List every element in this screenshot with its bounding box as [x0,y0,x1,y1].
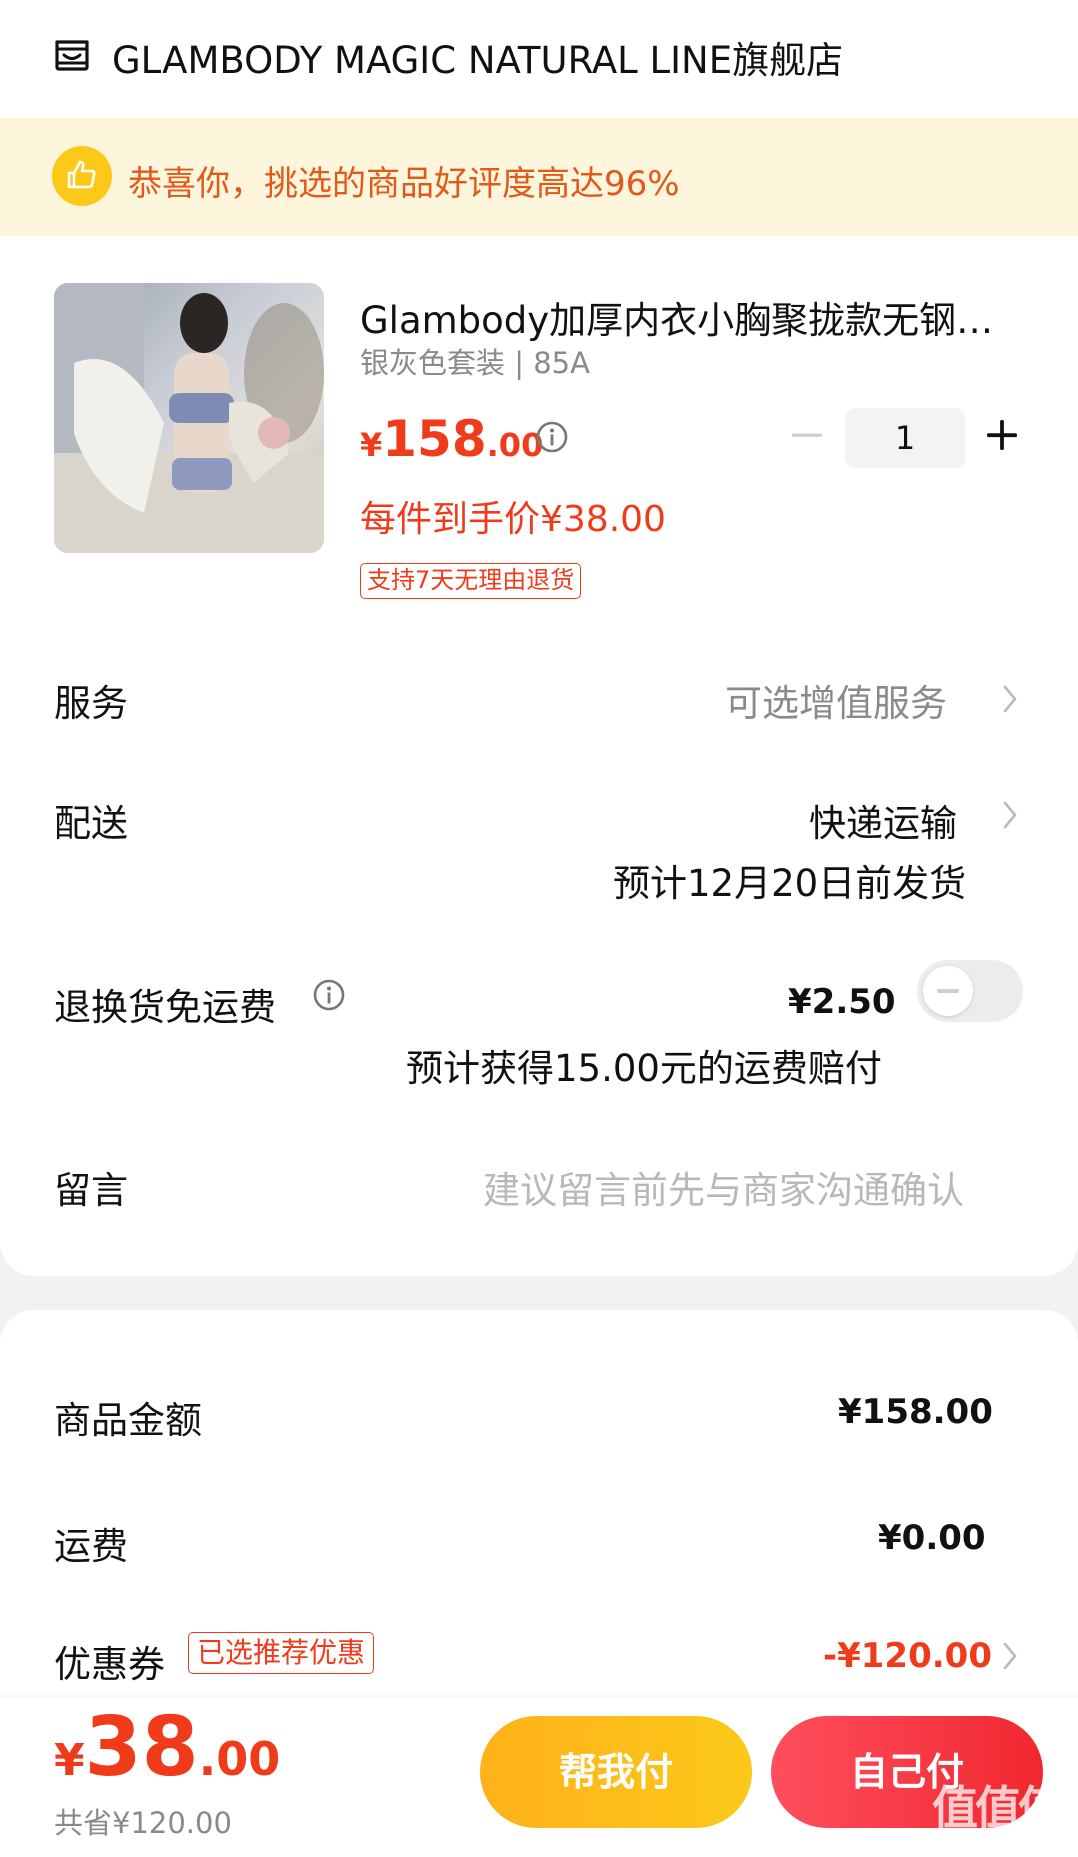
service-chevron-right-icon[interactable] [1001,683,1019,715]
total-saved: 共省¥120.00 [54,1806,232,1840]
quantity-plus-button[interactable] [985,418,1019,452]
goods-amount-value: ¥158.00 [838,1392,993,1432]
price-currency: ¥ [360,426,383,464]
total-integer: 38 [84,1700,199,1795]
coupon-value[interactable]: -¥120.00 [823,1636,992,1676]
price-integer: 158 [382,410,487,468]
goods-amount-label: 商品金额 [54,1399,202,1442]
return-shipping-note: 预计获得15.00元的运费赔付 [406,1047,882,1090]
quantity-input[interactable]: 1 [845,408,965,468]
delivery-eta: 预计12月20日前发货 [613,862,967,905]
price-info-icon[interactable] [535,420,569,454]
coupon-chevron-right-icon[interactable] [1001,1640,1019,1672]
product-sku[interactable]: 银灰色套装 | 85A [360,340,590,382]
thumbs-up-icon [52,146,112,206]
return-shipping-info-icon[interactable] [312,978,346,1012]
product-title[interactable]: Glambody加厚内衣小胸聚拢款无钢… [360,290,1020,344]
delivery-chevron-right-icon[interactable] [1001,799,1019,831]
return-shipping-price: ¥2.50 [788,982,896,1022]
message-input[interactable]: 建议留言前先与商家沟通确认 [483,1160,964,1214]
return-policy-tag: 支持7天无理由退货 [360,563,582,599]
delivery-label: 配送 [54,802,128,845]
shipping-fee-value: ¥0.00 [878,1518,986,1558]
delivery-method[interactable]: 快递运输 [809,793,957,847]
product-image[interactable] [54,283,324,553]
return-shipping-label: 退换货免运费 [54,986,276,1029]
coupon-label: 优惠券 [54,1643,165,1686]
message-label: 留言 [54,1169,128,1212]
unit-final-price: 每件到手价¥38.00 [360,499,666,540]
toggle-knob [923,966,973,1016]
shop-header[interactable]: GLAMBODY MAGIC NATURAL LINE旗舰店 [0,0,1078,118]
coupon-recommended-tag[interactable]: 已选推荐优惠 [188,1632,375,1674]
rating-banner-text: 恭喜你，挑选的商品好评度高达96% [128,164,680,204]
product-price: ¥158.00 [360,410,543,468]
service-value[interactable]: 可选增值服务 [725,673,947,727]
shipping-fee-label: 运费 [54,1525,128,1568]
shop-name[interactable]: GLAMBODY MAGIC NATURAL LINE旗舰店 [112,30,843,84]
rating-banner: 恭喜你，挑选的商品好评度高达96% [0,118,1078,236]
service-label: 服务 [54,682,128,725]
help-me-pay-button[interactable]: 帮我付 [480,1716,752,1828]
shop-icon [55,40,89,71]
total-decimal: .00 [198,1732,281,1786]
return-shipping-toggle[interactable] [917,960,1023,1022]
total-price: ¥38.00 [54,1700,280,1795]
quantity-minus-button[interactable] [790,418,824,452]
total-currency: ¥ [54,1735,85,1786]
watermark-url: zhizhizhi.com [930,1828,1052,1849]
